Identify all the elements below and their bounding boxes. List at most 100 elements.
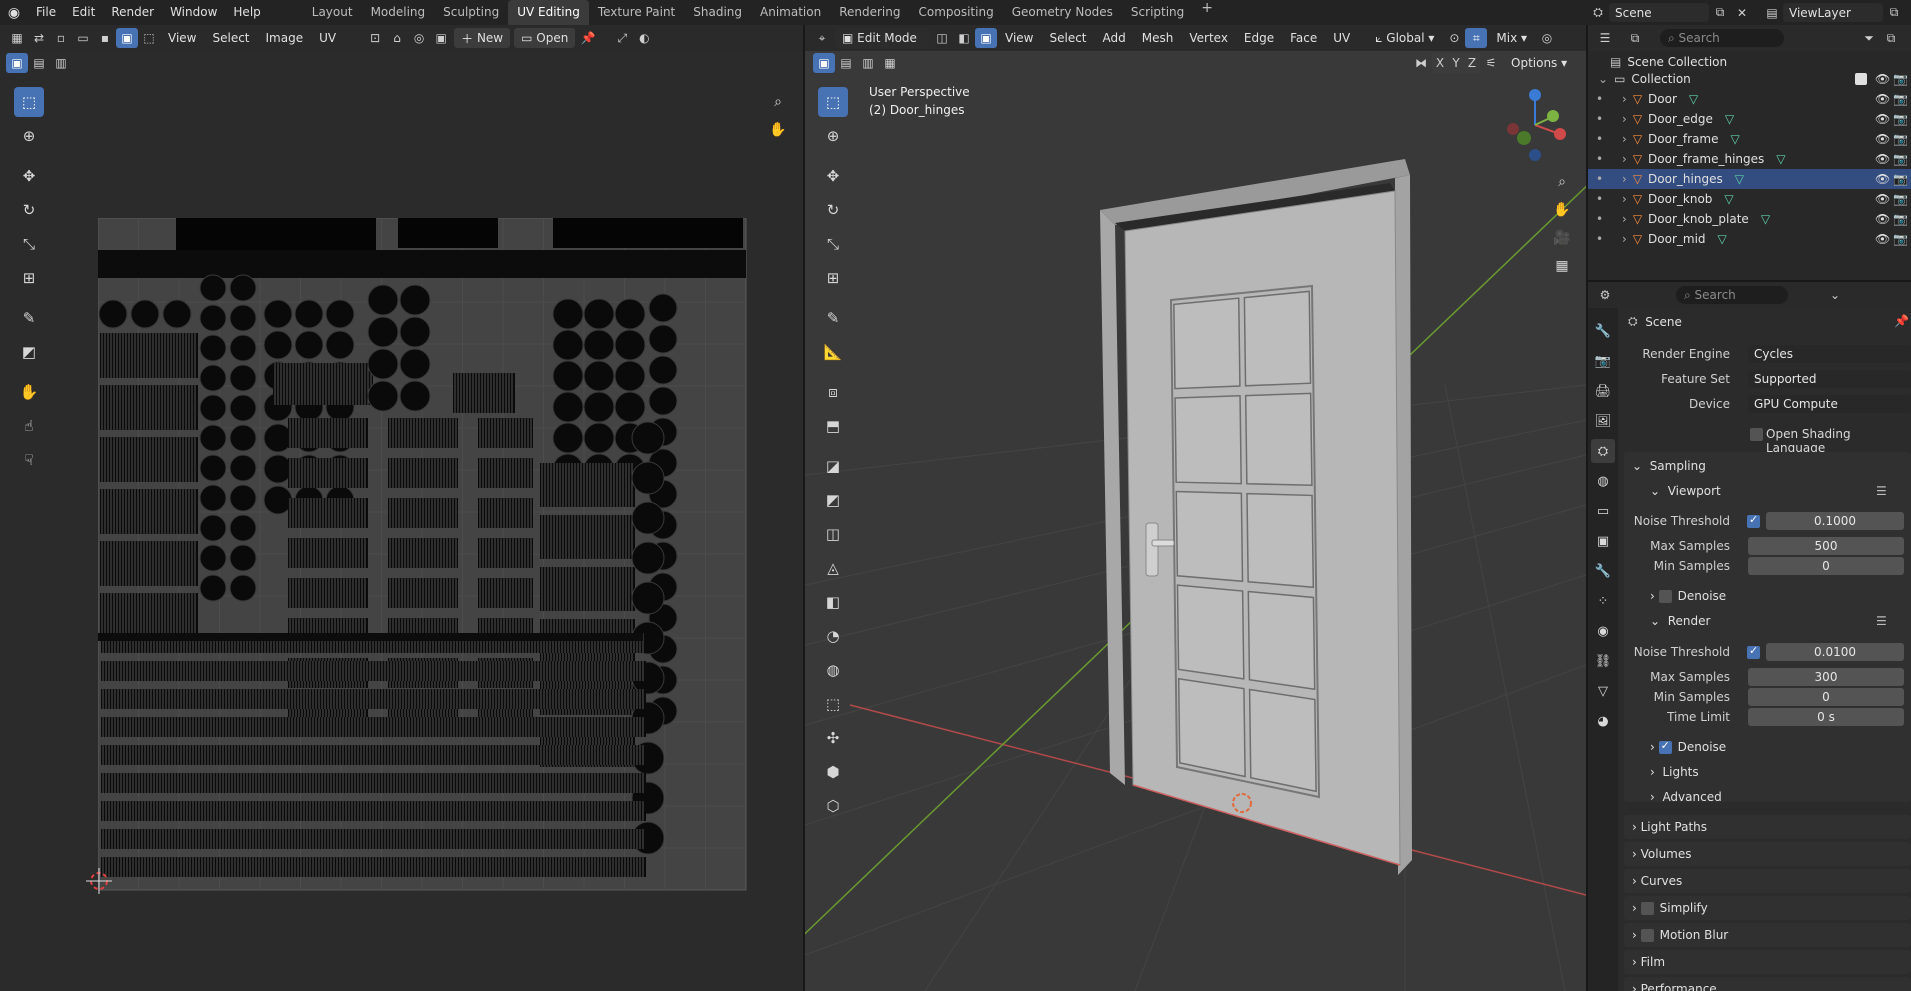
r-max-samples-field[interactable]: 300 (1748, 668, 1904, 686)
physics-tab-icon[interactable]: ◉ (1591, 619, 1615, 643)
mesh-data-icon[interactable]: ▽ (1725, 112, 1734, 126)
pan-hand-icon[interactable]: ✋ (766, 118, 790, 142)
editor-type-icon[interactable]: ▦ (6, 28, 28, 48)
properties-options-icon[interactable]: ⌄ (1824, 285, 1846, 305)
sticky-select-icon[interactable]: ⬚ (138, 28, 160, 48)
zoom-icon[interactable]: ⌕ (766, 90, 790, 114)
delete-scene-icon[interactable]: ✕ (1731, 3, 1753, 23)
view-layer-icon[interactable]: ▤ (1761, 3, 1783, 23)
image-browse-icon[interactable]: ▣ (430, 28, 452, 48)
sampling-header[interactable]: ⌄ Sampling (1632, 459, 1706, 473)
menu-file[interactable]: File (28, 0, 64, 25)
uv-menu-view[interactable]: View (160, 31, 204, 45)
new-collection-icon[interactable]: ⧉ (1880, 28, 1902, 48)
outliner-item-door-frame[interactable]: • › ▽ Door_frame ▽ 👁 📷 (1588, 129, 1911, 149)
select-extend-icon[interactable]: ▤ (28, 53, 50, 73)
menu-edit[interactable]: Edit (64, 0, 103, 25)
visibility-eye-icon[interactable]: 👁 (1875, 132, 1890, 146)
render-camera-icon[interactable]: 📷 (1893, 112, 1908, 126)
section-simplify[interactable]: › Simplify (1632, 901, 1708, 915)
properties-type-icon[interactable]: ⚙ (1594, 285, 1616, 305)
outliner-search-input[interactable]: ⌕ Search (1660, 29, 1784, 47)
render-camera-icon[interactable]: 📷 (1893, 212, 1908, 226)
section-film[interactable]: › Film (1632, 955, 1665, 969)
face-select-icon[interactable]: ▪ (94, 28, 116, 48)
snap-icon[interactable]: ⌂ (386, 28, 408, 48)
outliner-item-door-edge[interactable]: • › ▽ Door_edge ▽ 👁 📷 (1588, 109, 1911, 129)
visibility-eye-icon[interactable]: 👁 (1875, 172, 1890, 186)
view-layer-tab-icon[interactable]: 🖼 (1591, 409, 1615, 433)
material-tab-icon[interactable]: ◕ (1591, 709, 1615, 733)
select-new-icon[interactable]: ▣ (6, 53, 28, 73)
mesh-data-icon[interactable]: ▽ (1718, 232, 1727, 246)
outliner-item-door-knob-plate[interactable]: • › ▽ Door_knob_plate ▽ 👁 📷 (1588, 209, 1911, 229)
new-view-layer-icon[interactable]: ⧉ (1883, 3, 1905, 23)
outliner-type-icon[interactable]: ☰ (1594, 28, 1616, 48)
r-noise-threshold-field[interactable]: 0.0100 (1766, 643, 1904, 661)
tab-rendering[interactable]: Rendering (830, 0, 909, 25)
select-box-tool-icon[interactable]: ⬚ (14, 87, 44, 117)
expand-chevron-icon[interactable]: › (1622, 112, 1627, 126)
mesh-data-icon[interactable]: ▽ (1724, 192, 1733, 206)
door-model[interactable] (805, 25, 1586, 991)
outliner-item-door[interactable]: • › ▽ Door ▽ 👁 📷 (1588, 89, 1911, 109)
r-denoise-header[interactable]: › Denoise (1650, 739, 1726, 755)
move-tool-icon[interactable]: ✥ (14, 161, 44, 191)
properties-search-input[interactable]: ⌕ Search (1676, 286, 1788, 304)
pinch-tool-icon[interactable]: ☟ (14, 445, 44, 475)
2d-cursor-icon[interactable] (86, 868, 112, 894)
feature-set-dropdown[interactable]: Supported (1748, 370, 1911, 388)
rotate-tool-icon[interactable]: ↻ (14, 195, 44, 225)
expand-chevron-icon[interactable]: › (1622, 192, 1627, 206)
mesh-data-icon[interactable]: ▽ (1735, 172, 1744, 186)
uv-menu-image[interactable]: Image (258, 31, 312, 45)
new-scene-icon[interactable]: ⧉ (1709, 3, 1731, 23)
render-camera-icon[interactable]: 📷 (1893, 92, 1908, 106)
vp-denoise-header[interactable]: › Denoise (1650, 589, 1726, 603)
cursor-tool-icon[interactable]: ⊕ (14, 121, 44, 151)
exclude-checkbox[interactable] (1855, 73, 1867, 85)
scene-icon[interactable]: ⛭ (1587, 3, 1609, 23)
vp-noise-threshold-field[interactable]: 0.1000 (1766, 512, 1904, 530)
collection-render-icon[interactable]: 📷 (1893, 72, 1908, 86)
view-layer-selector[interactable]: ViewLayer (1783, 3, 1883, 22)
tab-scripting[interactable]: Scripting (1122, 0, 1193, 25)
mesh-data-icon[interactable]: ▽ (1689, 92, 1698, 106)
visibility-eye-icon[interactable]: 👁 (1875, 112, 1890, 126)
output-tab-icon[interactable]: 🖨 (1591, 379, 1615, 403)
tab-texture-paint[interactable]: Texture Paint (589, 0, 684, 25)
transform-tool-icon[interactable]: ⊞ (14, 263, 44, 293)
add-workspace-button[interactable]: + (1193, 0, 1221, 25)
r-noise-threshold-checkbox[interactable] (1747, 644, 1760, 659)
vp-denoise-checkbox[interactable] (1658, 589, 1672, 603)
world-tab-icon[interactable]: ◍ (1591, 469, 1615, 493)
display-mode-icon[interactable]: ⧉ (1624, 28, 1646, 48)
uv-menu-uv[interactable]: UV (311, 31, 344, 45)
render-tab-icon[interactable]: 📷 (1591, 349, 1615, 373)
overlay-toggle-icon[interactable]: ◐ (633, 28, 655, 48)
render-subpanel-header[interactable]: ⌄ Render (1650, 614, 1710, 628)
render-presets-icon[interactable]: ☰ (1876, 614, 1887, 628)
scale-tool-icon[interactable]: ⤡ (14, 229, 44, 259)
object-tab-icon[interactable]: ▣ (1591, 529, 1615, 553)
tool-tab-icon[interactable]: 🔧 (1591, 319, 1615, 343)
section-performance[interactable]: › Performance (1632, 982, 1717, 991)
collection-tab-icon[interactable]: ▭ (1591, 499, 1615, 523)
outliner-row-collection[interactable]: ⌄ ▭ Collection 👁 📷 (1588, 69, 1911, 89)
visibility-eye-icon[interactable]: 👁 (1875, 192, 1890, 206)
tab-uv-editing[interactable]: UV Editing (508, 0, 589, 25)
lights-subpanel-header[interactable]: › Lights (1650, 765, 1699, 779)
filter-icon[interactable]: ⏷ (1858, 28, 1880, 48)
section-curves[interactable]: › Curves (1632, 874, 1682, 888)
outliner-item-door-knob[interactable]: • › ▽ Door_knob ▽ 👁 📷 (1588, 189, 1911, 209)
edge-select-icon[interactable]: ▭ (72, 28, 94, 48)
menu-window[interactable]: Window (162, 0, 225, 25)
expand-chevron-icon[interactable]: › (1622, 172, 1627, 186)
menu-help[interactable]: Help (225, 0, 268, 25)
scene-tab-icon[interactable]: ⛭ (1591, 439, 1615, 463)
expand-chevron-icon[interactable]: › (1622, 152, 1627, 166)
expand-chevron-icon[interactable]: › (1622, 132, 1627, 146)
outliner-item-door-hinges[interactable]: • › ▽ Door_hinges ▽ 👁 📷 (1588, 169, 1911, 189)
tab-layout[interactable]: Layout (303, 0, 362, 25)
render-engine-dropdown[interactable]: Cycles (1748, 345, 1911, 363)
